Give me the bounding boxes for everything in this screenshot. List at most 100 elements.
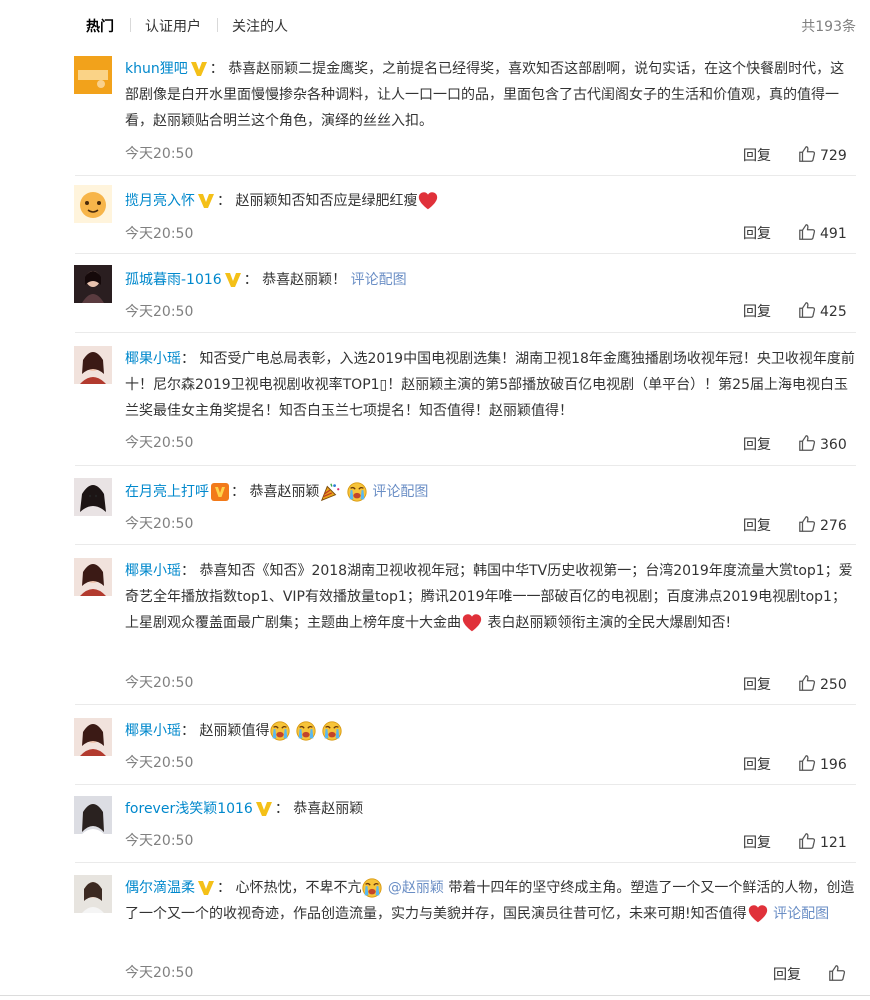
thumbs-up-icon (798, 832, 816, 850)
comment-item: khun狸吧： 恭喜赵丽颖二提金鹰奖，之前提名已经得奖，喜欢知否这部剧啊，说句实… (74, 50, 856, 176)
like-button[interactable]: 360 (798, 434, 847, 453)
verified-badge-icon (255, 801, 273, 817)
like-button[interactable]: 196 (798, 754, 847, 773)
like-button[interactable]: 121 (798, 832, 847, 851)
comment-text: 赵丽颖知否知否应是绿肥红瘦 (235, 193, 418, 209)
mention-link[interactable]: @赵丽颖 (388, 880, 444, 896)
verified-badge-icon (197, 193, 215, 209)
comment-username[interactable]: 椰果小瑶 (125, 563, 181, 579)
heart-icon (461, 612, 483, 634)
comment-filter-tabs: 热门 认证用户 关注的人 共193条 (0, 0, 870, 50)
comment-timestamp: 今天20:50 (125, 435, 194, 451)
comment-total-count: 共193条 (801, 19, 856, 35)
like-button[interactable] (828, 964, 850, 983)
comment-text: 恭喜赵丽颖 (249, 484, 320, 500)
comment-text: 恭喜赵丽颖二提金鹰奖，之前提名已经得奖，喜欢知否这部剧啊，说句实话，在这个快餐剧… (125, 61, 845, 129)
comment-pic-link[interactable]: 评论配图 (351, 272, 407, 288)
comment-item: 偶尔滴温柔： 心怀热忱，不卑不亢 @赵丽颖 带着十四年的坚守终成主角。塑造了一个… (74, 862, 856, 996)
comment-item: 孤城暮雨-1016： 恭喜赵丽颖！ 评论配图 今天20:50 回复 425 (74, 253, 856, 333)
comment-pic-link[interactable]: 评论配图 (372, 484, 428, 500)
thumbs-up-icon (798, 223, 816, 241)
like-count: 196 (820, 757, 847, 773)
comment-username[interactable]: 椰果小瑶 (125, 351, 181, 367)
comment-username[interactable]: 在月亮上打呼 (125, 484, 209, 500)
avatar[interactable] (74, 478, 112, 516)
comment-timestamp: 今天20:50 (125, 146, 194, 162)
comment-username[interactable]: khun狸吧 (125, 61, 188, 77)
like-count: 121 (820, 835, 847, 851)
avatar[interactable] (74, 56, 112, 94)
like-button[interactable]: 425 (798, 301, 847, 320)
comment-text: 心怀热忱，不卑不亢 (235, 880, 362, 896)
avatar[interactable] (74, 558, 112, 596)
heart-icon (747, 903, 769, 925)
reply-button[interactable]: 回复 (743, 223, 771, 243)
comment-timestamp: 今天20:50 (125, 833, 194, 849)
like-count: 729 (820, 148, 847, 164)
avatar[interactable] (74, 718, 112, 756)
like-count: 250 (820, 677, 847, 693)
reply-button[interactable]: 回复 (743, 832, 771, 852)
reply-button[interactable]: 回复 (743, 301, 771, 321)
avatar[interactable] (74, 346, 112, 384)
avatar[interactable] (74, 796, 112, 834)
comment-username[interactable]: 偶尔滴温柔 (125, 880, 195, 896)
comment-username[interactable]: 椰果小瑶 (125, 723, 181, 739)
avatar[interactable] (74, 265, 112, 303)
reply-button[interactable]: 回复 (773, 964, 801, 984)
comment-item: forever浅笑颖1016： 恭喜赵丽颖 今天20:50 回复 121 (74, 784, 856, 863)
comment-text-continued: 表白赵丽颖领衔主演的全民大爆剧知否! (487, 615, 732, 631)
comment-body: 椰果小瑶： 知否受广电总局表彰，入选2019中国电视剧选集！湖南卫视18年金鹰独… (125, 351, 855, 419)
verified-badge-icon (190, 61, 208, 77)
comment-text: 赵丽颖值得 (199, 723, 270, 739)
comment-body: 揽月亮入怀： 赵丽颖知否知否应是绿肥红瘦 (125, 188, 856, 214)
comment-timestamp: 今天20:50 (125, 965, 194, 981)
comment-item: 椰果小瑶： 知否受广电总局表彰，入选2019中国电视剧选集！湖南卫视18年金鹰独… (74, 332, 856, 466)
like-button[interactable]: 729 (798, 145, 847, 164)
tab-verified-users[interactable]: 认证用户 (145, 16, 201, 36)
reply-button[interactable]: 回复 (743, 754, 771, 774)
comment-body: 椰果小瑶： 赵丽颖值得 (125, 718, 856, 744)
comment-username[interactable]: 孤城暮雨-1016 (125, 272, 222, 288)
like-count: 276 (820, 518, 847, 534)
comment-timestamp: 今天20:50 (125, 226, 194, 242)
verified-badge-icon (197, 880, 215, 896)
comment-body: 椰果小瑶： 恭喜知否《知否》2018湖南卫视收视年冠；韩国中华TV历史收视第一；… (125, 558, 856, 636)
comment-timestamp: 今天20:50 (125, 675, 194, 691)
reply-button[interactable]: 回复 (743, 515, 771, 535)
reply-button[interactable]: 回复 (743, 145, 771, 165)
crying-face-icon (295, 720, 317, 742)
thumbs-up-icon (798, 754, 816, 772)
like-button[interactable]: 250 (798, 674, 847, 693)
tab-hot[interactable]: 热门 (86, 16, 114, 36)
comment-text: 恭喜赵丽颖 (293, 801, 364, 817)
comment-body: 在月亮上打呼： 恭喜赵丽颖 评论配图 (125, 479, 856, 505)
comment-pic-link[interactable]: 评论配图 (773, 906, 829, 922)
comment-timestamp: 今天20:50 (125, 516, 194, 532)
comment-text: 恭喜赵丽颖！ (262, 272, 347, 288)
avatar[interactable] (74, 875, 112, 913)
crying-face-icon (321, 720, 343, 742)
tab-divider (217, 18, 218, 32)
comment-timestamp: 今天20:50 (125, 755, 194, 771)
like-count: 360 (820, 437, 847, 453)
comment-username[interactable]: forever浅笑颖1016 (125, 801, 253, 817)
like-button[interactable]: 276 (798, 515, 847, 534)
like-button[interactable]: 491 (798, 223, 847, 242)
heart-icon (417, 190, 439, 212)
reply-button[interactable]: 回复 (743, 674, 771, 694)
comment-body: 孤城暮雨-1016： 恭喜赵丽颖！ 评论配图 (125, 272, 407, 288)
tab-following[interactable]: 关注的人 (232, 16, 288, 36)
tab-divider (130, 18, 131, 32)
verified-badge-icon (224, 272, 242, 288)
crying-face-icon (269, 720, 291, 742)
reply-button[interactable]: 回复 (743, 434, 771, 454)
comment-username[interactable]: 揽月亮入怀 (125, 193, 195, 209)
divider (0, 995, 870, 996)
like-count: 425 (820, 304, 847, 320)
party-popper-icon (319, 481, 341, 503)
comment-text: 知否受广电总局表彰，入选2019中国电视剧选集！湖南卫视18年金鹰独播剧场收视年… (125, 351, 855, 419)
avatar[interactable] (74, 185, 112, 223)
thumbs-up-icon (798, 515, 816, 533)
comment-body: forever浅笑颖1016： 恭喜赵丽颖 (125, 801, 364, 817)
